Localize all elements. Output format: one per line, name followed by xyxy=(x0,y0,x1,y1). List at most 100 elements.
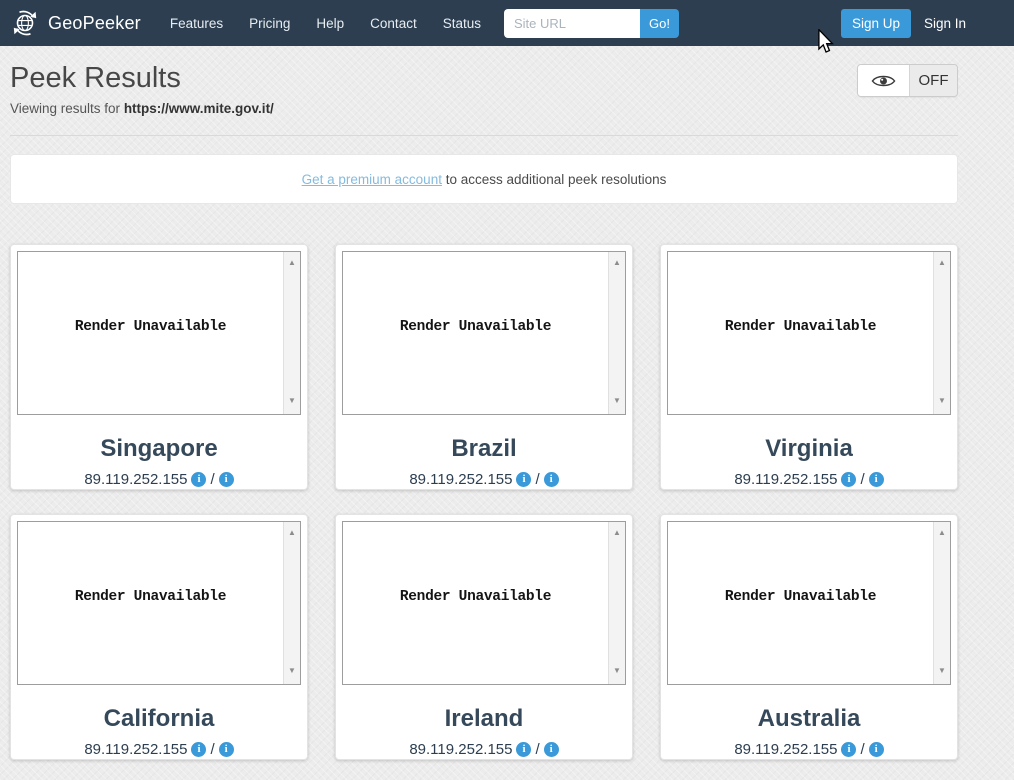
location-name: California xyxy=(103,705,215,733)
brand-link[interactable]: GeoPeeker xyxy=(10,8,141,38)
location-card: Render Unavailable ▲ ▼ Brazil 89.119.252… xyxy=(335,244,633,491)
render-frame[interactable]: Render Unavailable ▲ ▼ xyxy=(667,521,951,686)
scroll-up-icon[interactable]: ▲ xyxy=(934,259,950,267)
nav-item-features[interactable]: Features xyxy=(157,16,236,31)
render-status: Render Unavailable xyxy=(74,318,227,335)
navbar: GeoPeeker Features Pricing Help Contact … xyxy=(0,0,1014,46)
ip-address: 89.119.252.155 xyxy=(409,471,513,489)
sign-in-link[interactable]: Sign In xyxy=(924,16,966,31)
scroll-down-icon[interactable]: ▼ xyxy=(934,397,950,405)
info-icon[interactable]: i xyxy=(516,472,532,488)
frame-scrollbar[interactable]: ▲ ▼ xyxy=(283,252,300,415)
location-card: Render Unavailable ▲ ▼ Ireland 89.119.25… xyxy=(335,514,633,761)
scroll-down-icon[interactable]: ▼ xyxy=(609,667,625,675)
ip-address: 89.119.252.155 xyxy=(734,471,838,489)
ip-line: 89.119.252.155 i / i xyxy=(342,741,626,758)
visibility-off-button[interactable]: OFF xyxy=(909,65,957,96)
premium-banner: Get a premium account to access addition… xyxy=(10,154,958,205)
ip-separator: / xyxy=(210,741,215,759)
sign-up-button[interactable]: Sign Up xyxy=(840,8,911,38)
nav-item-pricing[interactable]: Pricing xyxy=(236,16,303,31)
frame-scrollbar[interactable]: ▲ ▼ xyxy=(933,252,950,415)
nav-item-status[interactable]: Status xyxy=(430,16,494,31)
ip-separator: / xyxy=(210,471,215,489)
ip-line: 89.119.252.155 i / i xyxy=(17,741,301,758)
subtitle-prefix: Viewing results for xyxy=(10,101,124,117)
info-icon[interactable]: i xyxy=(841,742,857,758)
ip-address: 89.119.252.155 xyxy=(84,471,188,489)
location-card: Render Unavailable ▲ ▼ Australia 89.119.… xyxy=(660,514,958,761)
info-icon[interactable]: i xyxy=(543,742,559,758)
ip-separator: / xyxy=(535,741,540,759)
visibility-toggle: OFF xyxy=(857,64,958,97)
frame-scrollbar[interactable]: ▲ ▼ xyxy=(608,522,625,685)
info-icon[interactable]: i xyxy=(543,472,559,488)
render-frame[interactable]: Render Unavailable ▲ ▼ xyxy=(342,251,626,416)
render-status: Render Unavailable xyxy=(74,588,227,605)
scroll-up-icon[interactable]: ▲ xyxy=(284,259,300,267)
banner-rest-text: to access additional peek resolutions xyxy=(441,171,667,187)
nav-right: Sign Up Sign In xyxy=(840,8,966,38)
globe-logo-icon xyxy=(10,8,40,38)
ip-line: 89.119.252.155 i / i xyxy=(667,741,951,758)
info-icon[interactable]: i xyxy=(516,742,532,758)
viewed-url: https://www.mite.gov.it/ xyxy=(123,101,274,117)
location-name: Brazil xyxy=(451,435,517,463)
ip-line: 89.119.252.155 i / i xyxy=(17,471,301,488)
location-name: Singapore xyxy=(100,435,218,463)
ip-address: 89.119.252.155 xyxy=(84,741,188,759)
site-url-search-group: Go! xyxy=(503,8,679,38)
location-card: Render Unavailable ▲ ▼ Singapore 89.119.… xyxy=(10,244,308,491)
scroll-down-icon[interactable]: ▼ xyxy=(609,397,625,405)
location-name: Virginia xyxy=(765,435,853,463)
visibility-eye-button[interactable] xyxy=(858,65,909,96)
location-card: Render Unavailable ▲ ▼ California 89.119… xyxy=(10,514,308,761)
scroll-down-icon[interactable]: ▼ xyxy=(284,397,300,405)
nav-item-contact[interactable]: Contact xyxy=(357,16,430,31)
location-name: Australia xyxy=(757,705,861,733)
header-text: Peek Results Viewing results for https:/… xyxy=(10,62,857,116)
info-icon[interactable]: i xyxy=(191,742,207,758)
site-url-input[interactable] xyxy=(503,8,640,38)
ip-line: 89.119.252.155 i / i xyxy=(667,471,951,488)
premium-account-link[interactable]: Get a premium account xyxy=(302,172,442,187)
render-status: Render Unavailable xyxy=(724,588,877,605)
frame-scrollbar[interactable]: ▲ ▼ xyxy=(933,522,950,685)
brand-name: GeoPeeker xyxy=(48,12,141,33)
scroll-up-icon[interactable]: ▲ xyxy=(934,529,950,537)
render-frame[interactable]: Render Unavailable ▲ ▼ xyxy=(17,521,301,686)
main-container: Peek Results Viewing results for https:/… xyxy=(10,62,958,761)
render-status: Render Unavailable xyxy=(399,318,552,335)
info-icon[interactable]: i xyxy=(868,472,884,488)
frame-scrollbar[interactable]: ▲ ▼ xyxy=(608,252,625,415)
render-frame[interactable]: Render Unavailable ▲ ▼ xyxy=(667,251,951,416)
scroll-down-icon[interactable]: ▼ xyxy=(284,667,300,675)
scroll-up-icon[interactable]: ▲ xyxy=(609,529,625,537)
location-name: Ireland xyxy=(444,705,524,733)
info-icon[interactable]: i xyxy=(841,472,857,488)
header-divider xyxy=(10,135,958,137)
info-icon[interactable]: i xyxy=(868,742,884,758)
banner-text: Get a premium account to access addition… xyxy=(302,172,667,187)
frame-scrollbar[interactable]: ▲ ▼ xyxy=(283,522,300,685)
info-icon[interactable]: i xyxy=(218,472,234,488)
render-frame[interactable]: Render Unavailable ▲ ▼ xyxy=(342,521,626,686)
scroll-up-icon[interactable]: ▲ xyxy=(284,529,300,537)
render-status: Render Unavailable xyxy=(399,588,552,605)
ip-line: 89.119.252.155 i / i xyxy=(342,471,626,488)
ip-address: 89.119.252.155 xyxy=(734,741,838,759)
render-status: Render Unavailable xyxy=(724,318,877,335)
go-button[interactable]: Go! xyxy=(639,8,679,38)
ip-separator: / xyxy=(860,471,865,489)
info-icon[interactable]: i xyxy=(218,742,234,758)
scroll-up-icon[interactable]: ▲ xyxy=(609,259,625,267)
render-frame[interactable]: Render Unavailable ▲ ▼ xyxy=(17,251,301,416)
nav-menu: Features Pricing Help Contact Status xyxy=(157,16,494,31)
eye-icon xyxy=(871,73,896,89)
info-icon[interactable]: i xyxy=(191,472,207,488)
ip-separator: / xyxy=(535,471,540,489)
page-header: Peek Results Viewing results for https:/… xyxy=(10,62,958,116)
nav-item-help[interactable]: Help xyxy=(303,16,357,31)
page-subtitle: Viewing results for https://www.mite.gov… xyxy=(10,101,857,116)
scroll-down-icon[interactable]: ▼ xyxy=(934,667,950,675)
